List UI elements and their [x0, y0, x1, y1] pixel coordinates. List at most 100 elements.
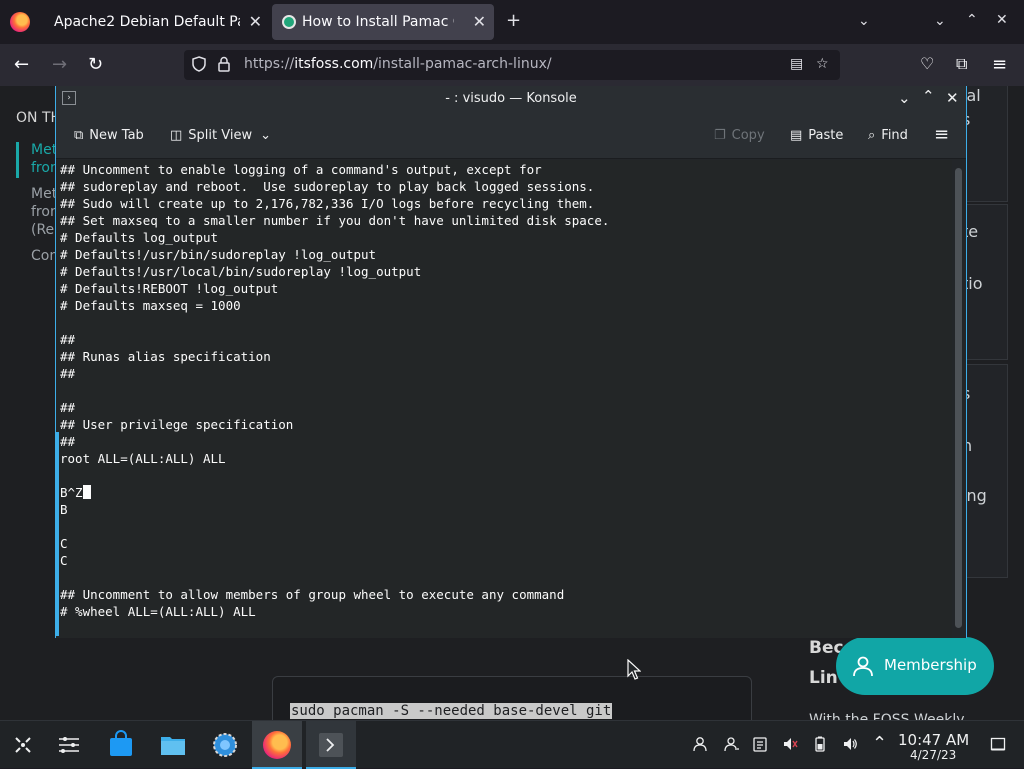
url-text[interactable]: https://itsfoss.com/install-pamac-arch-l… — [244, 56, 552, 72]
firefox-menu-icon[interactable] — [10, 12, 30, 32]
terminal-line: ## Runas alias specification — [60, 349, 271, 364]
close-window-icon[interactable]: ✕ — [946, 89, 959, 107]
paste-label: Paste — [808, 128, 844, 143]
terminal-line: root ALL=(ALL:ALL) ALL — [60, 451, 226, 466]
membership-button[interactable]: Membership — [836, 637, 994, 695]
itsfoss-favicon-icon — [282, 15, 296, 29]
new-tab-plus-icon[interactable]: + — [506, 10, 521, 31]
window-title: - : visudo — Konsole — [445, 91, 577, 106]
toc-item[interactable]: Met — [31, 142, 57, 158]
paste-icon: ▤ — [790, 128, 803, 143]
toc-active-indicator — [16, 142, 19, 178]
taskbar-item-firefox[interactable] — [252, 721, 302, 769]
extensions-icon[interactable]: ⧉ — [956, 54, 967, 74]
shield-icon[interactable] — [192, 56, 206, 76]
terminal-line: B — [60, 502, 68, 517]
user-switch-icon[interactable] — [724, 736, 740, 756]
code-text[interactable]: sudo pacman -S --needed base-devel git — [290, 703, 613, 719]
taskbar-item-konsole[interactable] — [306, 721, 356, 769]
taskbar: ⌃ — [0, 720, 1024, 769]
url-bar[interactable]: https://itsfoss.com/install-pamac-arch-l… — [184, 50, 840, 80]
hamburger-menu-icon[interactable]: ≡ — [934, 124, 949, 145]
konsole-window: › - : visudo — Konsole ⌄ ⌃ ✕ ⧉ New Tab ◫ S… — [55, 86, 967, 638]
search-icon: ⌕ — [868, 128, 876, 143]
terminal-line: C — [60, 536, 68, 551]
konsole-titlebar[interactable]: › - : visudo — Konsole ⌄ ⌃ ✕ — [56, 86, 966, 113]
application-launcher-icon[interactable] — [8, 730, 38, 760]
terminal-line: B^Z — [60, 485, 83, 500]
split-view-button[interactable]: ◫ Split View ⌄ — [170, 128, 271, 143]
new-tab-label: New Tab — [89, 128, 144, 143]
promo-subtitle: With the FOSS Weekly — [809, 712, 965, 720]
clock-date[interactable]: 4/27/23 — [910, 748, 956, 762]
clipboard-icon[interactable] — [752, 736, 768, 756]
reader-view-icon[interactable]: ▤ — [790, 56, 803, 72]
muted-volume-icon[interactable] — [782, 736, 798, 756]
promo-heading: Lin — [809, 668, 838, 688]
toc-item[interactable]: (Re — [31, 222, 54, 238]
user-status-icon[interactable] — [692, 736, 708, 756]
close-tab-icon[interactable]: ✕ — [249, 12, 262, 31]
show-desktop-icon[interactable] — [990, 736, 1006, 756]
tab-apache-default[interactable]: Apache2 Debian Default Page ✕ — [42, 4, 270, 40]
terminal-line: # Defaults!/usr/bin/sudoreplay !log_outp… — [60, 247, 377, 262]
mouse-pointer-icon — [627, 659, 641, 680]
system-settings-gear-icon[interactable] — [210, 730, 240, 760]
clock-time[interactable]: 10:47 AM — [898, 731, 969, 749]
terminal-line: ## — [60, 366, 76, 381]
terminal-scrollbar[interactable] — [952, 160, 966, 638]
tray-expand-chevron-icon[interactable]: ⌃ — [872, 733, 887, 754]
reload-icon[interactable]: ↻ — [88, 54, 103, 75]
split-view-icon: ◫ — [170, 128, 183, 143]
terminal-line: C — [60, 553, 68, 568]
split-view-label: Split View — [188, 128, 253, 143]
volume-icon[interactable] — [842, 736, 858, 756]
terminal-line: # Defaults!/usr/local/bin/sudoreplay !lo… — [60, 264, 422, 279]
url-prefix: https:// — [244, 56, 295, 72]
paste-button[interactable]: ▤ Paste — [790, 128, 843, 143]
file-manager-folder-icon[interactable] — [158, 730, 188, 760]
tab-title: Apache2 Debian Default Page — [54, 14, 240, 30]
terminal-line: # Defaults maxseq = 1000 — [60, 298, 241, 313]
url-host: itsfoss.com — [294, 56, 374, 72]
terminal-line: # Defaults log_output — [60, 230, 219, 245]
close-tab-icon[interactable]: ✕ — [473, 12, 486, 31]
window-maximize-icon[interactable]: ⌃ — [966, 12, 978, 28]
system-settings-sliders-icon[interactable] — [54, 730, 84, 760]
firefox-icon — [263, 731, 291, 759]
new-tab-button[interactable]: ⧉ New Tab — [74, 128, 144, 143]
tab-install-pamac[interactable]: How to Install Pamac GUI ✕ — [272, 4, 494, 40]
window-close-icon[interactable]: ✕ — [996, 12, 1008, 28]
bookmark-star-icon[interactable]: ☆ — [816, 56, 829, 72]
terminal-area[interactable]: ## Uncomment to enable logging of a comm… — [56, 160, 952, 638]
toc-item[interactable]: Met — [31, 186, 57, 202]
terminal-line: # %wheel ALL=(ALL:ALL) ALL — [60, 604, 256, 619]
find-button[interactable]: ⌕ Find — [868, 128, 908, 143]
copy-button[interactable]: ❐ Copy — [714, 128, 765, 143]
new-tab-icon: ⧉ — [74, 128, 84, 143]
battery-icon[interactable] — [812, 736, 828, 756]
terminal-line: ## Set maxseq to a smaller number if you… — [60, 213, 610, 228]
forward-arrow-icon[interactable]: → — [52, 54, 67, 75]
minimize-chevron-icon[interactable]: ⌄ — [898, 89, 911, 107]
terminal-line: ## — [60, 332, 76, 347]
terminal-line: ## — [60, 400, 76, 415]
pocket-icon[interactable]: ♡ — [920, 54, 934, 73]
window-minimize-icon[interactable]: ⌄ — [934, 13, 946, 29]
terminal-line-cursor: B^Z — [60, 484, 91, 501]
discover-store-icon[interactable] — [106, 730, 136, 760]
maximize-chevron-icon[interactable]: ⌃ — [922, 87, 935, 105]
copy-label: Copy — [731, 128, 765, 143]
app-menu-icon[interactable]: ≡ — [992, 54, 1007, 75]
list-tabs-chevron-icon[interactable]: ⌄ — [858, 13, 870, 29]
back-arrow-icon[interactable]: ← — [14, 54, 29, 75]
scrollbar-thumb[interactable] — [955, 168, 962, 628]
terminal-line: ## Uncomment to enable logging of a comm… — [60, 162, 542, 177]
terminal-line: ## sudoreplay and reboot. Use sudoreplay… — [60, 179, 595, 194]
browser-tab-bar: Apache2 Debian Default Page ✕ How to Ins… — [0, 0, 1024, 44]
browser-nav-bar: ← → ↻ https://itsfoss.com/install-pamac-… — [0, 44, 1024, 86]
url-path: /install-pamac-arch-linux/ — [373, 56, 552, 72]
terminal-line: # Defaults!REBOOT !log_output — [60, 281, 279, 296]
lock-icon[interactable] — [218, 56, 230, 76]
konsole-toolbar: ⧉ New Tab ◫ Split View ⌄ ❐ Copy ▤ Paste ⌕ Find… — [56, 113, 966, 159]
